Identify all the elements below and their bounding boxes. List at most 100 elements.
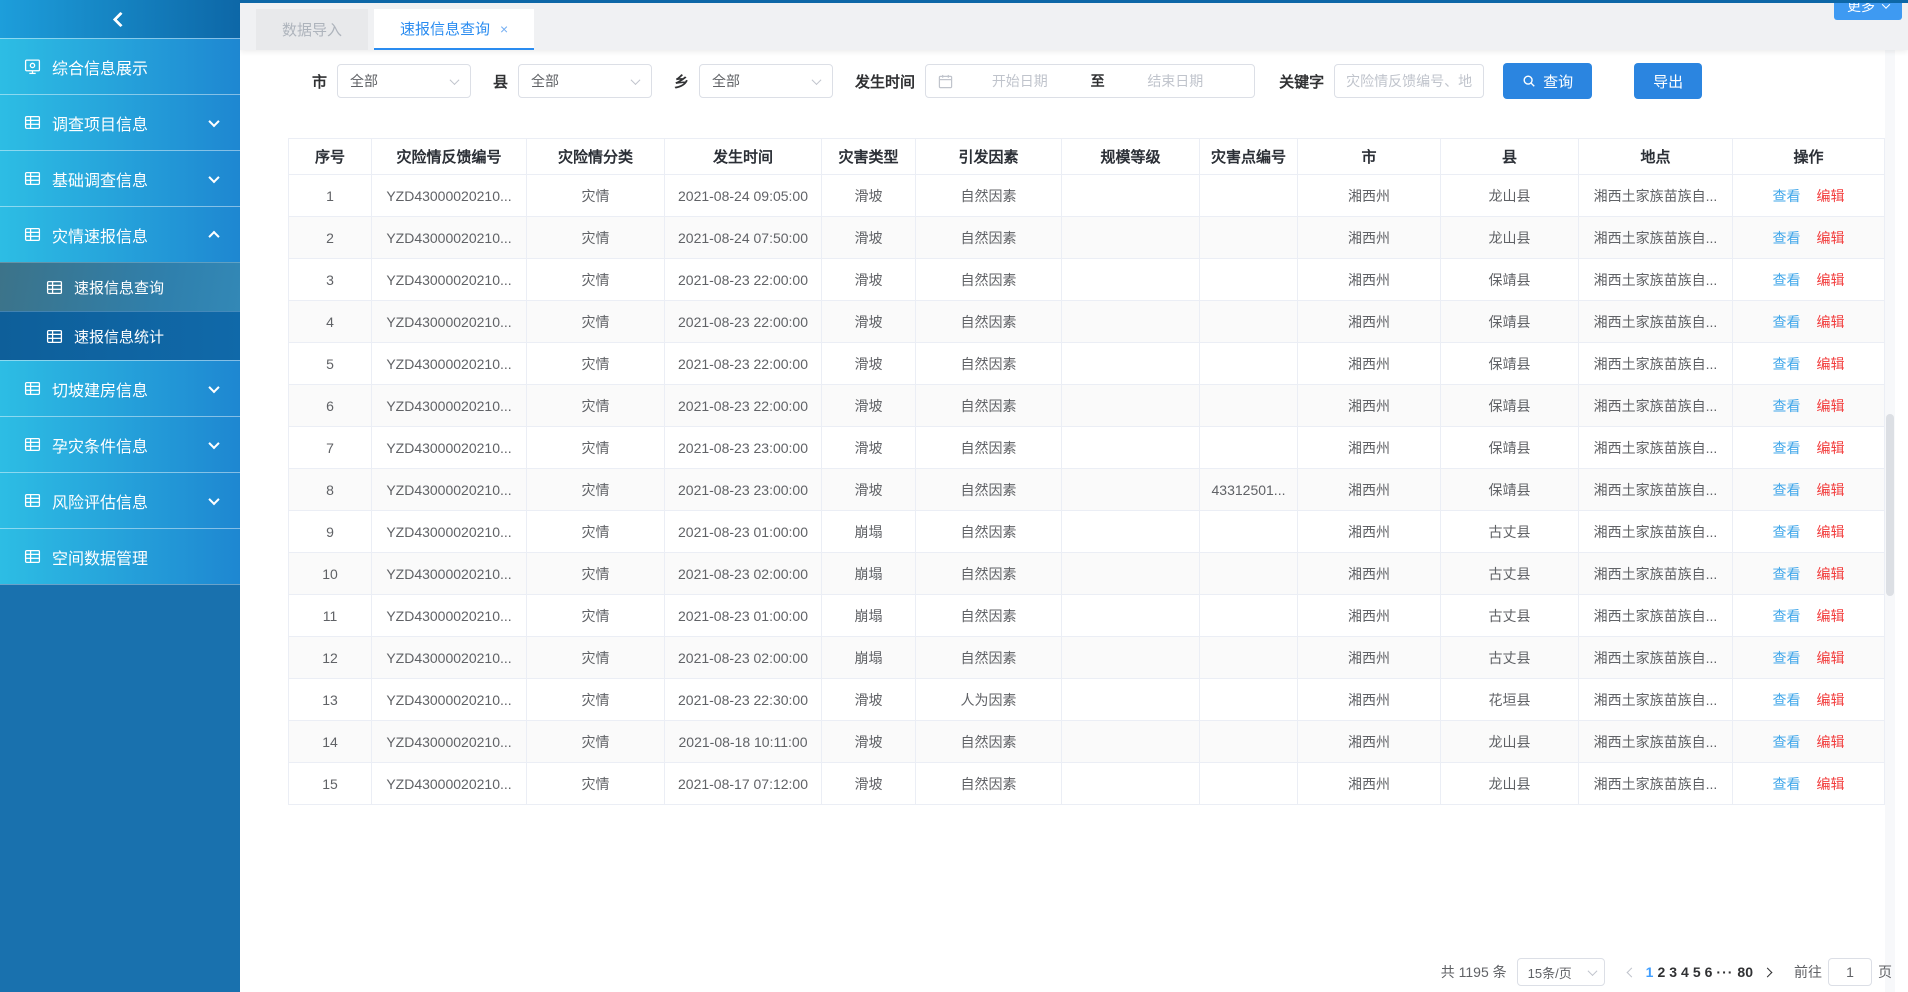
edit-link[interactable]: 编辑 xyxy=(1817,566,1845,582)
total-count: 共 1195 条 xyxy=(1441,962,1507,982)
date-to-label: 至 xyxy=(1087,71,1109,91)
view-link[interactable]: 查看 xyxy=(1773,692,1801,708)
sidebar-collapse-button[interactable] xyxy=(0,0,240,38)
view-link[interactable]: 查看 xyxy=(1773,272,1801,288)
view-link[interactable]: 查看 xyxy=(1773,566,1801,582)
chevron-right-icon xyxy=(1763,967,1773,977)
view-link[interactable]: 查看 xyxy=(1773,314,1801,330)
page-size-select[interactable]: 15条/页 xyxy=(1517,958,1605,986)
sidebar-item-basic-survey-info[interactable]: 基础调查信息 xyxy=(0,150,240,206)
page-ellipsis[interactable]: ··· xyxy=(1714,964,1735,980)
cell-ops: 查看编辑 xyxy=(1733,469,1885,511)
sidebar-item-comprehensive-info-display[interactable]: 综合信息展示 xyxy=(0,38,240,94)
edit-link[interactable]: 编辑 xyxy=(1817,230,1845,246)
cell-code: YZD43000020210... xyxy=(372,343,527,385)
cell-ops: 查看编辑 xyxy=(1733,175,1885,217)
cell-time: 2021-08-24 07:50:00 xyxy=(665,217,822,259)
chevron-left-icon xyxy=(1626,967,1636,977)
sidebar-item-slope-housing-info[interactable]: 切坡建房信息 xyxy=(0,360,240,416)
cell-ops: 查看编辑 xyxy=(1733,301,1885,343)
page-number-3[interactable]: 3 xyxy=(1667,964,1679,980)
view-link[interactable]: 查看 xyxy=(1773,776,1801,792)
more-button[interactable]: 更多 xyxy=(1834,0,1902,20)
sidebar-subitem-report-info-query[interactable]: 速报信息查询 xyxy=(0,262,240,311)
cell-scale xyxy=(1062,301,1200,343)
filter-bar: 市 全部 县 全部 乡 全部 发生时间 xyxy=(240,50,1908,112)
next-page-button[interactable] xyxy=(1755,969,1780,976)
keyword-input[interactable] xyxy=(1334,64,1484,98)
edit-link[interactable]: 编辑 xyxy=(1817,398,1845,414)
sidebar-subitem-report-info-stats[interactable]: 速报信息统计 xyxy=(0,311,240,360)
view-link[interactable]: 查看 xyxy=(1773,608,1801,624)
prev-page-button[interactable] xyxy=(1619,969,1644,976)
cell-time: 2021-08-17 07:12:00 xyxy=(665,763,822,805)
edit-link[interactable]: 编辑 xyxy=(1817,734,1845,750)
edit-link[interactable]: 编辑 xyxy=(1817,650,1845,666)
cell-ops: 查看编辑 xyxy=(1733,427,1885,469)
cell-factor: 自然因素 xyxy=(916,721,1062,763)
view-link[interactable]: 查看 xyxy=(1773,188,1801,204)
edit-link[interactable]: 编辑 xyxy=(1817,776,1845,792)
cell-time: 2021-08-24 09:05:00 xyxy=(665,175,822,217)
scrollbar-thumb[interactable] xyxy=(1886,414,1894,596)
tab-data-import[interactable]: 数据导入 xyxy=(256,9,368,50)
search-button[interactable]: 查询 xyxy=(1503,63,1592,99)
view-link[interactable]: 查看 xyxy=(1773,398,1801,414)
sidebar-item-risk-assessment-info[interactable]: 风险评估信息 xyxy=(0,472,240,528)
chevron-down-icon xyxy=(812,75,822,85)
page-unit-label: 页 xyxy=(1878,962,1892,982)
cell-type: 滑坡 xyxy=(822,721,916,763)
cell-time: 2021-08-23 01:00:00 xyxy=(665,595,822,637)
edit-link[interactable]: 编辑 xyxy=(1817,482,1845,498)
cell-type: 崩塌 xyxy=(822,637,916,679)
tab-report-query[interactable]: 速报信息查询 × xyxy=(374,9,534,50)
edit-link[interactable]: 编辑 xyxy=(1817,272,1845,288)
view-link[interactable]: 查看 xyxy=(1773,482,1801,498)
sidebar-item-disaster-report-info[interactable]: 灾情速报信息 xyxy=(0,206,240,262)
cell-point: 43312501... xyxy=(1200,469,1298,511)
cell-type: 崩塌 xyxy=(822,595,916,637)
cell-county: 古丈县 xyxy=(1441,511,1579,553)
view-link[interactable]: 查看 xyxy=(1773,230,1801,246)
close-tab-icon[interactable]: × xyxy=(500,21,508,37)
table-row: 7YZD43000020210...灾情2021-08-23 23:00:00滑… xyxy=(289,427,1885,469)
cell-scale xyxy=(1062,259,1200,301)
view-link[interactable]: 查看 xyxy=(1773,524,1801,540)
page-number-80[interactable]: 80 xyxy=(1735,964,1755,980)
sidebar-item-survey-project-info[interactable]: 调查项目信息 xyxy=(0,94,240,150)
cell-county: 保靖县 xyxy=(1441,385,1579,427)
export-button[interactable]: 导出 xyxy=(1634,63,1702,99)
page-number-1[interactable]: 1 xyxy=(1644,964,1656,980)
county-select[interactable]: 全部 xyxy=(518,64,652,98)
cell-factor: 自然因素 xyxy=(916,595,1062,637)
cell-time: 2021-08-23 22:00:00 xyxy=(665,259,822,301)
cell-location: 湘西土家族苗族自... xyxy=(1579,637,1733,679)
page-number-6[interactable]: 6 xyxy=(1703,964,1715,980)
page-number-4[interactable]: 4 xyxy=(1679,964,1691,980)
goto-page-input[interactable] xyxy=(1828,958,1872,986)
town-select[interactable]: 全部 xyxy=(699,64,833,98)
cell-code: YZD43000020210... xyxy=(372,175,527,217)
view-link[interactable]: 查看 xyxy=(1773,734,1801,750)
page-number-2[interactable]: 2 xyxy=(1655,964,1667,980)
view-link[interactable]: 查看 xyxy=(1773,650,1801,666)
edit-link[interactable]: 编辑 xyxy=(1817,440,1845,456)
view-link[interactable]: 查看 xyxy=(1773,440,1801,456)
table-row: 6YZD43000020210...灾情2021-08-23 22:00:00滑… xyxy=(289,385,1885,427)
city-select[interactable]: 全部 xyxy=(337,64,471,98)
edit-link[interactable]: 编辑 xyxy=(1817,692,1845,708)
vertical-scrollbar[interactable] xyxy=(1885,50,1895,992)
table-row: 5YZD43000020210...灾情2021-08-23 22:00:00滑… xyxy=(289,343,1885,385)
page-number-5[interactable]: 5 xyxy=(1691,964,1703,980)
view-link[interactable]: 查看 xyxy=(1773,356,1801,372)
sidebar-item-spatial-data-management[interactable]: 空间数据管理 xyxy=(0,528,240,584)
edit-link[interactable]: 编辑 xyxy=(1817,188,1845,204)
cell-factor: 自然因素 xyxy=(916,637,1062,679)
edit-link[interactable]: 编辑 xyxy=(1817,524,1845,540)
chevron-down-icon xyxy=(208,381,219,392)
date-range-picker[interactable]: 开始日期 至 结束日期 xyxy=(925,64,1255,98)
edit-link[interactable]: 编辑 xyxy=(1817,608,1845,624)
edit-link[interactable]: 编辑 xyxy=(1817,314,1845,330)
sidebar-item-hazard-condition-info[interactable]: 孕灾条件信息 xyxy=(0,416,240,472)
edit-link[interactable]: 编辑 xyxy=(1817,356,1845,372)
